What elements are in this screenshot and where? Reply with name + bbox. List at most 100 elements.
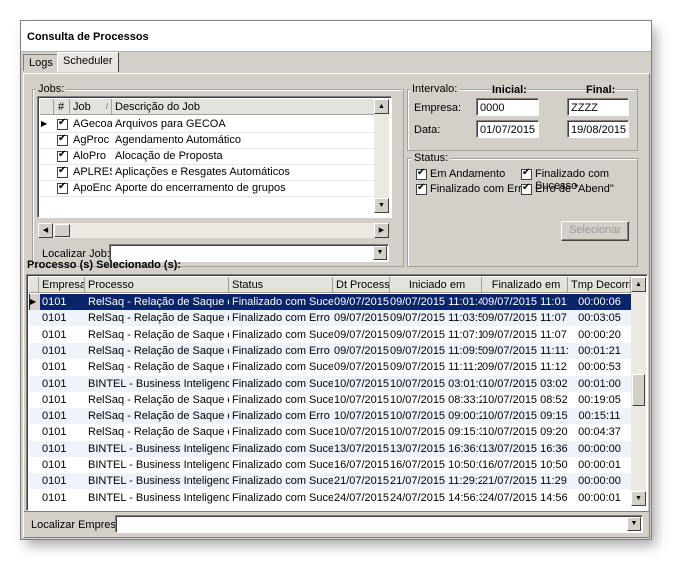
proc-header-dt[interactable]: Dt Processo [333,277,390,293]
job-row[interactable]: AloPro Alocação de Proposta [40,148,374,165]
jobs-header-job[interactable]: Job / [70,99,112,115]
cell-dt-processo: 09/07/2015 [333,296,390,308]
cell-finalizado: 09/07/2015 11:07:00 [482,312,568,325]
proc-header-iniciado[interactable]: Iniciado em [390,277,482,293]
chevron-down-icon[interactable]: ▼ [627,517,641,531]
process-row[interactable]: 0101 RelSaq - Relação de Saque de SegFina… [29,310,631,327]
status-label: Status: [412,152,451,164]
running-label: Em Andamento [430,168,506,180]
processes-vscroll-thumb[interactable] [632,374,645,406]
cell-iniciado: 09/07/2015 11:01:48 [390,296,482,308]
jobs-hscroll-thumb[interactable] [54,224,70,237]
cell-iniciado: 10/07/2015 09:15:34 [390,426,482,439]
cell-processo: RelSaq - Relação de Saque de Seg [88,426,229,439]
job-checkbox[interactable] [57,133,68,146]
cell-dt-processo: 09/07/2015 [333,361,390,374]
tab-logs[interactable]: Logs [23,54,59,71]
job-row[interactable]: ▶ AGecoaArquivos para GECOA [40,116,374,133]
cell-empresa: 0101 [42,459,67,471]
search-company-combo[interactable]: ▼ [115,515,643,533]
jobs-hscroll[interactable]: ◀ ▶ [38,223,389,238]
proc-header-processo[interactable]: Processo [85,277,229,293]
proc-header-status[interactable]: Status [229,277,333,293]
cell-empresa: 0101 [42,296,67,308]
scroll-up-icon[interactable]: ▲ [374,99,389,114]
process-row[interactable]: 0101 RelSaq - Relação de Saque de SegFina… [29,342,631,359]
proc-header-empresa[interactable]: Empresa [39,277,85,293]
jobs-header-check[interactable]: # [54,99,70,115]
job-checkbox[interactable] [57,117,68,130]
chevron-down-icon[interactable]: ▼ [373,246,387,260]
job-row[interactable]: ApoEncAporte do encerramento de grupos [40,180,374,197]
company-start-field[interactable]: 0000 [476,98,539,116]
job-checkbox[interactable] [57,181,68,194]
cell-tmp-decorrido: 00:04:37 [578,426,621,439]
cell-dt-processo: 13/07/2015 [333,442,390,455]
process-row[interactable]: 0101 BINTEL - Business Inteligence Finaliz… [29,440,631,457]
job-checkbox[interactable] [57,149,68,162]
cell-empresa: 0101 [42,475,67,488]
process-row[interactable]: 0101 RelSaq - Relação de Saque de SegFina… [29,326,631,343]
cell-iniciado: 10/07/2015 09:00:20 [390,410,482,423]
job-description: Agendamento Automático [115,134,241,146]
cell-dt-processo: 10/07/2015 [333,377,390,390]
jobs-vscroll[interactable]: ▲ ▼ [374,99,389,213]
cell-processo: RelSaq - Relação de Saque de Seg [88,328,229,341]
jobs-group-label: Jobs: [36,83,67,95]
success-checkbox[interactable] [521,167,532,180]
scheduler-panel: Jobs: # Job / Descrição do Job ▶ AGecoaArq… [23,73,650,538]
cell-processo: BINTEL - Business Inteligence [88,377,229,390]
date-start-field[interactable]: 01/07/2015 [476,120,539,138]
process-row[interactable]: 0101 BINTEL - Business Inteligence Finaliz… [29,457,631,473]
initial-label: Inicial: [492,84,527,96]
cell-empresa: 0101 [42,426,67,439]
process-row[interactable]: ▶0101RelSaq - Relação de Saque de SegFin… [29,294,631,310]
cell-empresa: 0101 [42,393,67,406]
company-end-field[interactable]: ZZZZ [567,98,629,116]
date-end-field[interactable]: 19/08/2015 [567,120,629,138]
error-label: Finalizado com Erro [430,183,528,195]
scroll-down-icon[interactable]: ▼ [631,491,646,506]
proc-header-tmp[interactable]: Tmp Decorrido [568,277,631,293]
scroll-right-icon[interactable]: ▶ [374,223,389,238]
running-checkbox[interactable] [416,167,427,180]
cell-iniciado: 21/07/2015 11:29:25 [390,475,482,488]
select-button[interactable]: Selecionar [561,221,629,241]
search-company-label: Localizar Empresa: [31,519,126,531]
error-checkbox[interactable] [416,182,427,195]
proc-header-finalizado[interactable]: Finalizado em [482,277,568,293]
cell-iniciado: 10/07/2015 08:33:21 [390,393,482,406]
process-row[interactable]: 0101 RelSaq - Relação de Saque de SegFina… [29,359,631,376]
jobs-grid[interactable]: # Job / Descrição do Job ▶ AGecoaArquivos … [37,96,392,218]
job-row[interactable]: AgProc Agendamento Automático [40,132,374,149]
tab-scheduler[interactable]: Scheduler [57,52,119,72]
process-row[interactable]: 0101 RelSaq - Relação de Saque de SegFina… [29,408,631,425]
cell-status: Finalizado com Sucesso [232,459,333,471]
job-description: Aplicações e Resgates Automáticos [115,166,290,178]
row-indicator-icon: ▶ [41,119,48,128]
cell-iniciado: 10/07/2015 03:01:02 [390,377,482,390]
processes-grid[interactable]: Empresa Processo Status Dt Processo Inic… [26,274,648,511]
cell-finalizado: 09/07/2015 11:07:33 [482,328,568,341]
scroll-left-icon[interactable]: ◀ [38,223,53,238]
job-checkbox[interactable] [57,165,68,178]
job-code: AloPro [73,150,107,162]
process-row[interactable]: 0101 RelSaq - Relação de Saque de SegFina… [29,391,631,408]
cell-tmp-decorrido: 00:15:11 [578,410,621,423]
processes-vscroll[interactable]: ▲ ▼ [631,277,646,506]
process-row[interactable]: 0101 BINTEL - Business Inteligence Finaliz… [29,473,631,490]
process-row[interactable]: 0101 RelSaq - Relação de Saque de SegFina… [29,424,631,441]
scroll-down-icon[interactable]: ▼ [374,198,389,213]
cell-iniciado: 09/07/2015 11:07:13 [390,328,482,341]
abend-checkbox[interactable] [521,182,532,195]
cell-dt-processo: 21/07/2015 [333,475,390,488]
scroll-up-icon[interactable]: ▲ [631,277,646,292]
job-row[interactable]: APLRESAplicações e Resgates Automáticos [40,164,374,181]
cell-status: Finalizado com Erro [232,410,330,423]
cell-finalizado: 10/07/2015 09:15:31 [482,410,568,423]
cell-processo: RelSaq - Relação de Saque de Seg [88,393,229,406]
jobs-header-desc[interactable]: Descrição do Job [112,99,376,115]
process-row[interactable]: 0101 BINTEL - Business Inteligence Finaliz… [29,489,631,506]
process-row[interactable]: 0101 BINTEL - Business Inteligence Finaliz… [29,375,631,392]
cell-empresa: 0101 [42,410,67,423]
